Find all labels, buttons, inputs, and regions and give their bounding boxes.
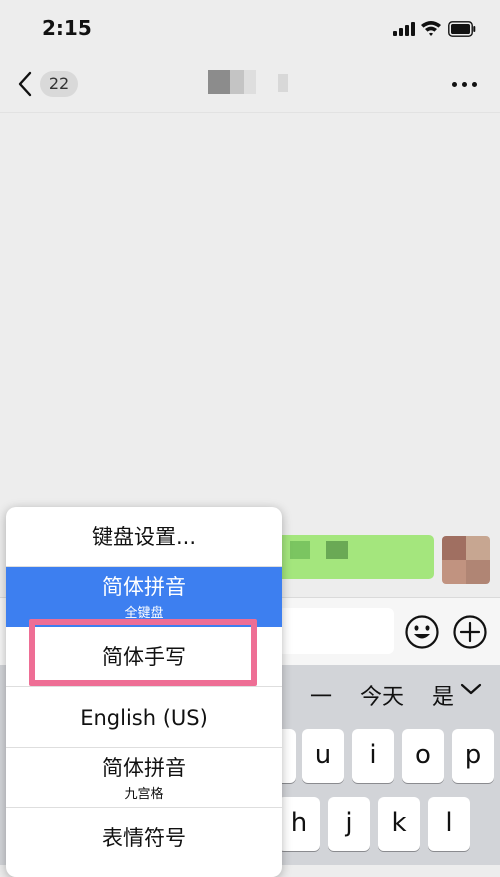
chevron-down-icon[interactable] xyxy=(458,679,484,699)
menu-item-handwriting[interactable]: 简体手写 xyxy=(6,627,282,687)
chevron-left-icon[interactable] xyxy=(14,70,38,98)
avatar[interactable] xyxy=(442,536,490,584)
menu-item-label: 简体拼音 xyxy=(102,756,186,780)
unread-count-badge[interactable]: 22 xyxy=(40,71,78,97)
key-l[interactable]: l xyxy=(428,797,470,851)
input-method-menu: 键盘设置... 简体拼音 全键盘 简体手写 English (US) 简体拼音 … xyxy=(6,507,282,877)
menu-item-emoji[interactable]: 表情符号 xyxy=(6,808,282,868)
wifi-icon xyxy=(421,21,441,36)
smiley-face-icon[interactable] xyxy=(404,614,440,650)
battery-icon xyxy=(448,21,476,37)
menu-item-english[interactable]: English (US) xyxy=(6,688,282,748)
key-u[interactable]: u xyxy=(302,729,344,783)
message-input[interactable] xyxy=(278,608,394,654)
menu-item-label: 简体手写 xyxy=(102,645,186,669)
menu-item-sublabel: 全键盘 xyxy=(124,606,164,621)
message-bubble-blurred[interactable] xyxy=(270,535,434,579)
menu-item-label: 表情符号 xyxy=(102,826,186,850)
menu-item-pinyin-full[interactable]: 简体拼音 全键盘 xyxy=(6,567,282,627)
chat-title-blurred xyxy=(208,70,290,96)
status-time: 2:15 xyxy=(42,16,92,40)
menu-item-keyboard-settings[interactable]: 键盘设置... xyxy=(6,507,282,567)
key-i[interactable]: i xyxy=(352,729,394,783)
ellipsis-icon[interactable] xyxy=(452,82,478,88)
key-o[interactable]: o xyxy=(402,729,444,783)
cellular-signal-icon xyxy=(393,22,415,36)
key-k[interactable]: k xyxy=(378,797,420,851)
candidate-word[interactable]: 一 xyxy=(310,679,332,711)
menu-item-label: 键盘设置... xyxy=(91,525,197,549)
key-h[interactable]: h xyxy=(278,797,320,851)
menu-item-label: 简体拼音 xyxy=(102,575,186,599)
menu-item-sublabel: 九宫格 xyxy=(124,787,164,802)
candidate-word[interactable]: 今天 xyxy=(360,679,404,711)
plus-circle-icon[interactable] xyxy=(452,614,488,650)
nav-bar: 22 xyxy=(0,56,500,113)
key-j[interactable]: j xyxy=(328,797,370,851)
key-p[interactable]: p xyxy=(452,729,494,783)
candidate-word[interactable]: 是 xyxy=(432,679,454,711)
menu-item-label: English (US) xyxy=(80,706,208,730)
status-bar: 2:15 xyxy=(0,0,500,56)
menu-item-pinyin-9key[interactable]: 简体拼音 九宫格 xyxy=(6,748,282,808)
